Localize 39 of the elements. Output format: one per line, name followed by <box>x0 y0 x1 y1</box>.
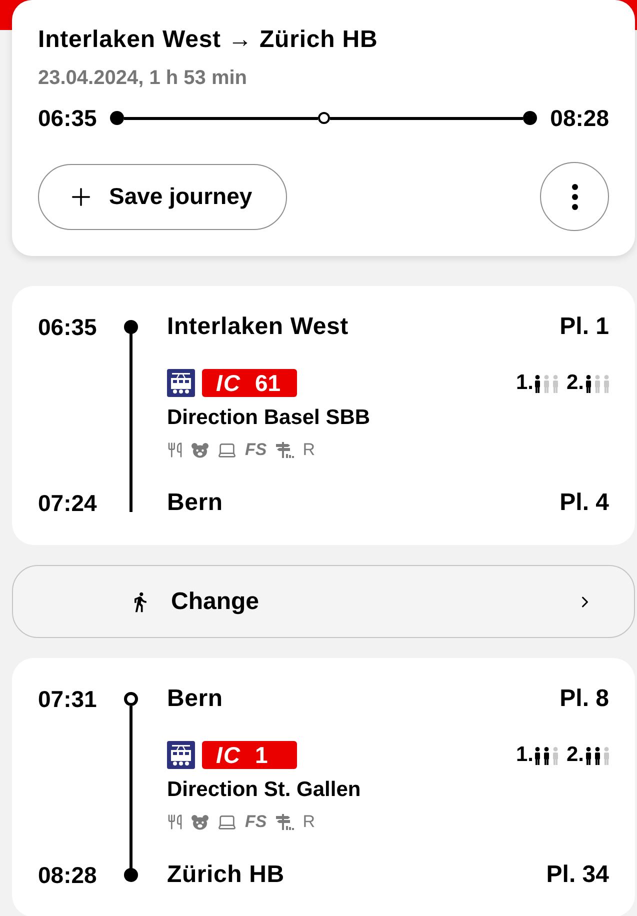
save-journey-button[interactable]: Save journey <box>38 164 287 230</box>
platform-label: Pl. 1 <box>560 312 609 342</box>
arrival-time: 08:28 <box>38 861 98 890</box>
train-icon <box>167 369 195 397</box>
direction-label: Direction St. Gallen <box>167 778 362 802</box>
service-code: FS <box>245 813 267 831</box>
arrival-time: 07:24 <box>38 489 98 518</box>
class-label: 2. <box>566 745 584 765</box>
signpost-icon <box>274 442 295 458</box>
train-line-badge: IC 61 <box>202 369 297 397</box>
service-code: R <box>302 441 316 459</box>
signpost-icon <box>274 814 295 830</box>
platform-label: Pl. 8 <box>560 684 609 714</box>
arrival-time: 08:28 <box>550 104 609 132</box>
station-name: Bern <box>167 684 223 714</box>
class-label: 1. <box>516 745 534 765</box>
station-name: Bern <box>167 488 223 518</box>
class-label: 1. <box>516 373 534 393</box>
departure-time: 07:31 <box>38 685 98 714</box>
direction-label: Direction Basel SBB <box>167 406 372 430</box>
journey-title: Interlaken West → Zürich HB <box>38 26 379 54</box>
station-name: Interlaken West <box>167 312 348 342</box>
more-icon <box>572 184 578 210</box>
service-code: FS <box>245 441 267 459</box>
cutlery-icon <box>167 814 183 830</box>
journey-meta: 23.04.2024, 1 h 53 min <box>38 67 248 89</box>
train-icon <box>167 741 195 769</box>
platform-label: Pl. 4 <box>560 488 609 518</box>
departure-time: 06:35 <box>38 104 97 132</box>
bear-face-icon <box>191 442 209 458</box>
train-line-badge: IC 1 <box>202 741 297 769</box>
bear-face-icon <box>191 814 209 830</box>
station-name: Zürich HB <box>167 860 284 890</box>
platform-label: Pl. 34 <box>546 860 609 890</box>
cutlery-icon <box>167 442 183 458</box>
departure-time: 06:35 <box>38 313 98 342</box>
class-label: 2. <box>566 373 584 393</box>
service-code: R <box>302 813 316 831</box>
change-button[interactable]: Change <box>12 565 635 638</box>
